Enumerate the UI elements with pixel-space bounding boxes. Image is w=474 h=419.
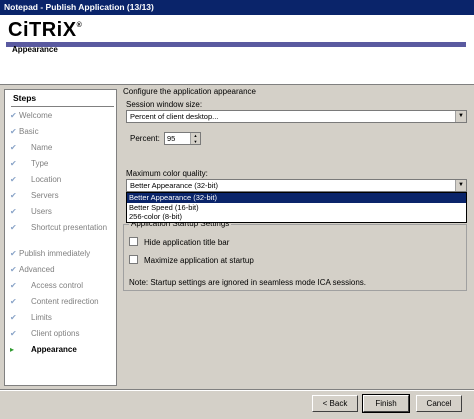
check-icon: ✔	[10, 143, 17, 152]
step-label: Basic	[19, 127, 39, 136]
step-0: ✔ Welcome	[5, 109, 118, 125]
citrix-logo: CiTRiX®	[8, 19, 83, 41]
step-8: ✔ Publish immediately	[5, 247, 118, 263]
check-icon: ✔	[10, 249, 17, 258]
page-title: Appearance	[12, 45, 58, 54]
window-title: Notepad - Publish Application (13/13)	[0, 0, 474, 15]
check-icon: ✔	[10, 329, 17, 338]
wizard-header: CiTRiX® Appearance	[0, 15, 474, 85]
check-icon: ✔	[10, 265, 17, 274]
check-icon: ✔	[10, 159, 17, 168]
step-3: ✔ Type	[5, 157, 118, 173]
check-icon: ✔	[10, 223, 17, 232]
session-window-select[interactable]: Percent of client desktop... ▼	[126, 110, 467, 123]
check-icon: ✔	[10, 127, 17, 136]
step-5: ✔ Servers	[5, 189, 118, 205]
maximize-option[interactable]: Maximize application at startup	[129, 255, 254, 265]
steps-title: Steps	[13, 93, 37, 103]
step-label: Servers	[31, 191, 59, 200]
color-option[interactable]: 256-color (8-bit)	[127, 212, 466, 222]
startup-note: Note: Startup settings are ignored in se…	[129, 278, 367, 287]
step-14: ▸ Appearance	[5, 343, 118, 359]
step-1: ✔ Basic	[5, 125, 118, 141]
hide-title-bar-label: Hide application title bar	[144, 238, 230, 247]
step-4: ✔ Location	[5, 173, 118, 189]
main-content: Configure the application appearance Ses…	[122, 85, 472, 385]
session-window-label: Session window size:	[126, 100, 203, 109]
step-label: Location	[31, 175, 62, 184]
step-label: Users	[31, 207, 52, 216]
step-label: Shortcut presentation	[31, 223, 108, 232]
steps-panel: Steps ✔ Welcome ✔ Basic ✔ Name ✔ Type ✔ Location ✔…	[4, 89, 117, 386]
arrow-icon: ▸	[10, 345, 15, 354]
step-label: Access control	[31, 281, 84, 290]
startup-settings-group: Application Startup Settings Hide applic…	[123, 219, 467, 291]
steps-divider	[11, 106, 114, 107]
step-13: ✔ Client options	[5, 327, 118, 343]
step-label: Content redirection	[31, 297, 99, 306]
intro-text: Configure the application appearance	[123, 87, 256, 96]
check-icon: ✔	[10, 281, 17, 290]
percent-label: Percent:	[130, 134, 160, 143]
color-option[interactable]: Better Speed (16-bit)	[127, 203, 466, 213]
step-11: ✔ Content redirection	[5, 295, 118, 311]
back-button[interactable]: < Back	[312, 395, 358, 412]
step-label: Client options	[31, 329, 80, 338]
step-label: Type	[31, 159, 49, 168]
footer-divider-highlight	[0, 390, 474, 391]
hide-title-bar-option[interactable]: Hide application title bar	[129, 237, 229, 247]
step-6: ✔ Users	[5, 205, 118, 221]
color-quality-label: Maximum color quality:	[126, 169, 208, 178]
finish-button[interactable]: Finish	[362, 394, 410, 413]
step-label: Welcome	[19, 111, 53, 120]
cancel-button[interactable]: Cancel	[416, 395, 462, 412]
step-label: Limits	[31, 313, 52, 322]
check-icon: ✔	[10, 207, 17, 216]
color-quality-options[interactable]: Better Appearance (32-bit) Better Speed …	[126, 192, 467, 223]
color-quality-select[interactable]: Better Appearance (32-bit) ▼	[126, 179, 467, 192]
check-icon: ✔	[10, 175, 17, 184]
step-label: Appearance	[31, 345, 77, 354]
step-2: ✔ Name	[5, 141, 118, 157]
spin-buttons[interactable]: ▲ ▼	[190, 133, 200, 144]
percent-value: 95	[167, 134, 176, 143]
color-quality-value: Better Appearance (32-bit)	[130, 181, 218, 190]
check-icon: ✔	[10, 111, 17, 120]
maximize-checkbox[interactable]	[129, 255, 138, 264]
step-9: ✔ Advanced	[5, 263, 118, 279]
check-icon: ✔	[10, 313, 17, 322]
check-icon: ✔	[10, 297, 17, 306]
session-window-value: Percent of client desktop...	[130, 112, 219, 121]
maximize-label: Maximize application at startup	[144, 256, 254, 265]
color-option[interactable]: Better Appearance (32-bit)	[127, 193, 466, 203]
step-12: ✔ Limits	[5, 311, 118, 327]
spin-down-icon[interactable]: ▼	[191, 139, 200, 145]
step-label: Advanced	[19, 265, 55, 274]
header-accent-bar	[6, 42, 466, 47]
percent-stepper[interactable]: 95 ▲ ▼	[164, 132, 201, 145]
chevron-down-icon[interactable]: ▼	[455, 111, 466, 122]
step-label: Publish immediately	[19, 249, 91, 258]
step-7: ✔ Shortcut presentation	[5, 221, 118, 245]
step-label: Name	[31, 143, 53, 152]
step-10: ✔ Access control	[5, 279, 118, 295]
hide-title-bar-checkbox[interactable]	[129, 237, 138, 246]
check-icon: ✔	[10, 191, 17, 200]
chevron-down-icon[interactable]: ▼	[455, 180, 466, 191]
